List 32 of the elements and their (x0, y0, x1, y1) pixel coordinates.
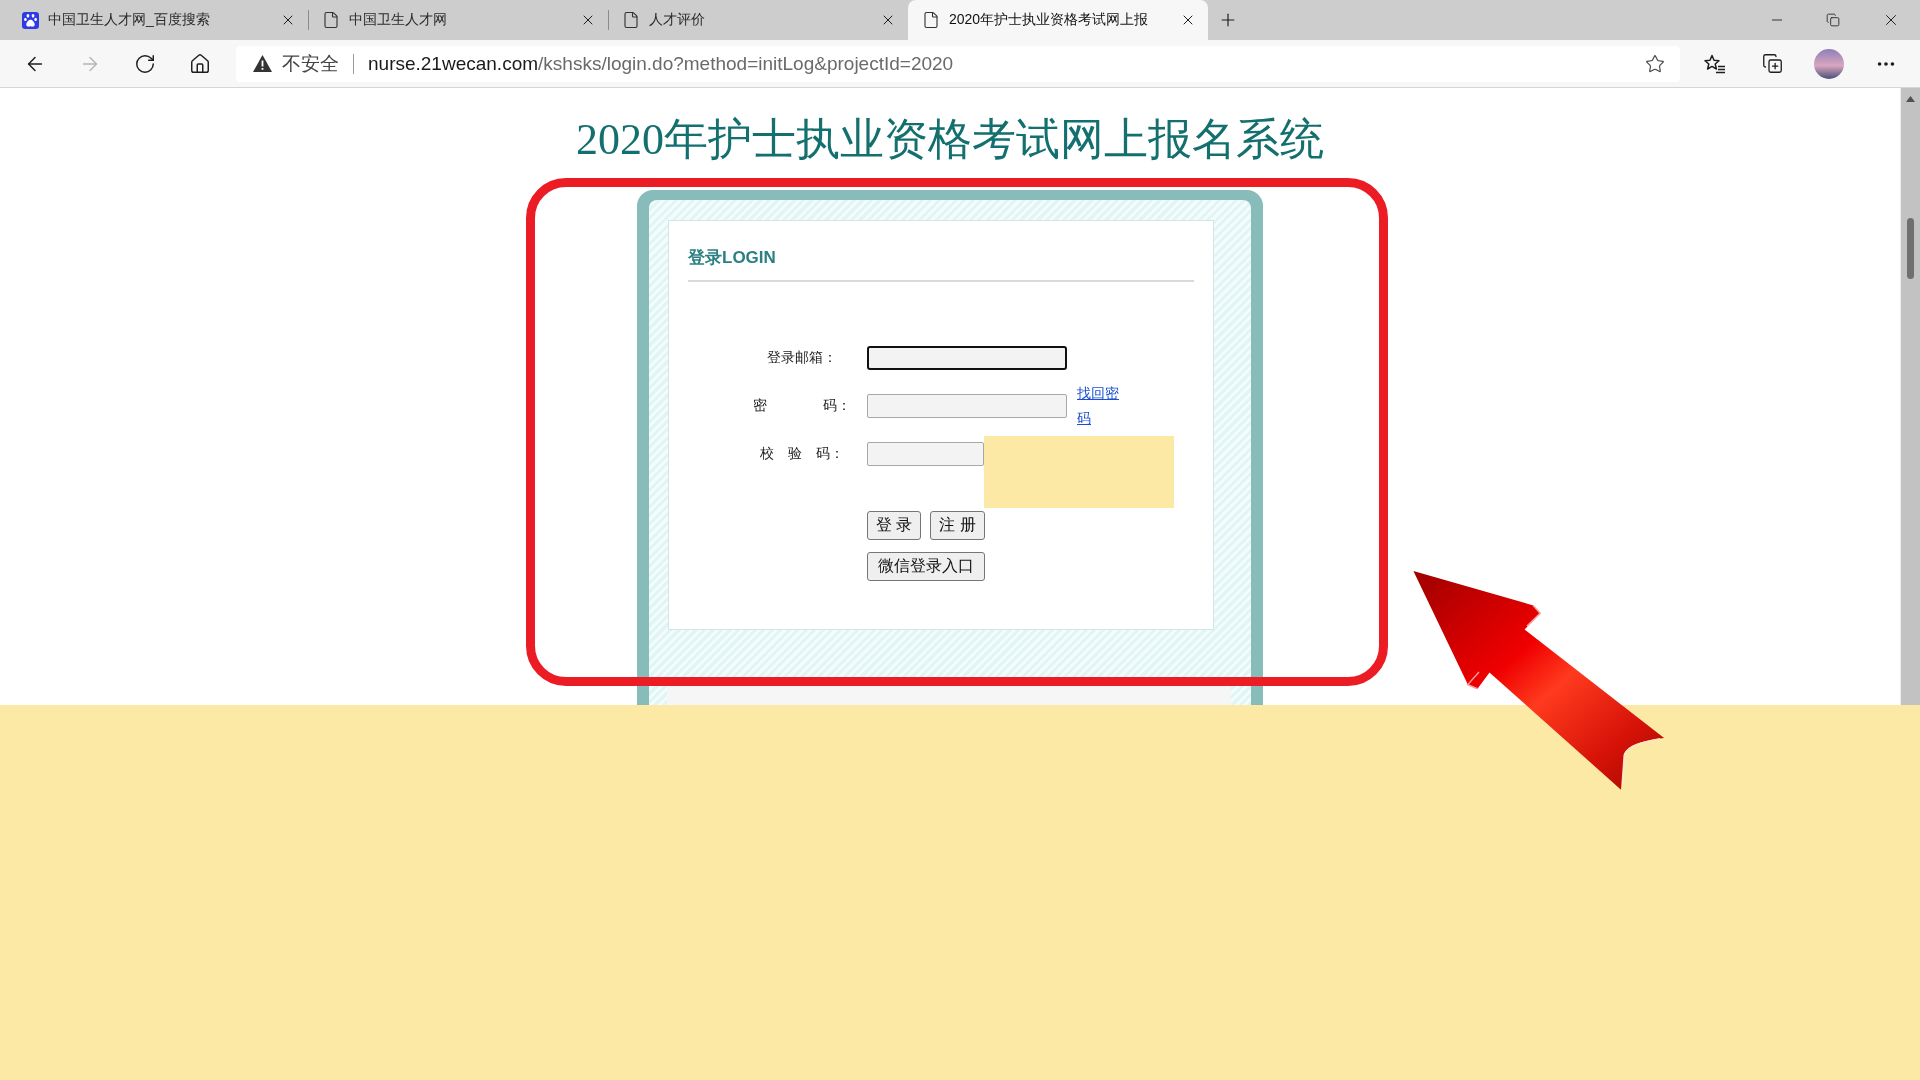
email-field[interactable] (867, 346, 1067, 370)
field-label: 密 码： (751, 397, 852, 415)
warning-icon (253, 55, 272, 72)
star-list-icon[interactable] (1704, 53, 1726, 74)
browser-tab[interactable]: 中国卫生人才网_百度搜索 (8, 0, 308, 40)
refresh-icon[interactable] (134, 52, 156, 75)
browser-tab[interactable]: 人才评价 (608, 0, 908, 40)
squares-plus-icon[interactable] (1761, 53, 1783, 74)
scroll-up-icon[interactable] (1906, 96, 1915, 102)
field-label: 登录邮箱： (765, 349, 838, 367)
browser-tab[interactable]: 2020年护士执业资格考试网上报 (908, 0, 1208, 40)
address-field[interactable]: 不安全 nurse.21wecan.com/kshsks/login.do?method=initLog&projectId=2020 (236, 45, 1680, 82)
captcha-field[interactable] (867, 442, 984, 466)
register-button[interactable]: 注 册 (930, 511, 985, 540)
security-indicator[interactable]: 不安全 (253, 50, 339, 77)
home-icon[interactable] (189, 52, 211, 75)
page-icon (322, 11, 340, 29)
field-label: 校 验 码： (758, 445, 845, 463)
browser-tab[interactable]: 中国卫生人才网 (308, 0, 608, 40)
password-field[interactable] (867, 394, 1067, 418)
page-icon (622, 11, 640, 29)
forgot-password-link[interactable]: 找回密码 (1077, 381, 1123, 431)
scrollbar-thumb[interactable] (1907, 218, 1914, 279)
page-icon (922, 11, 940, 29)
paw-icon (22, 11, 39, 29)
restore-icon[interactable] (1826, 13, 1840, 27)
wechat-login-button[interactable]: 微信登录入口 (867, 552, 985, 581)
scrollbar-track[interactable] (1900, 88, 1920, 705)
login-heading: 登录LOGIN (688, 248, 776, 267)
login-button[interactable]: 登 录 (867, 511, 922, 540)
page-title: 2020年护士执业资格考试网上报名系统 (576, 114, 1324, 166)
star-icon[interactable] (1645, 53, 1665, 74)
